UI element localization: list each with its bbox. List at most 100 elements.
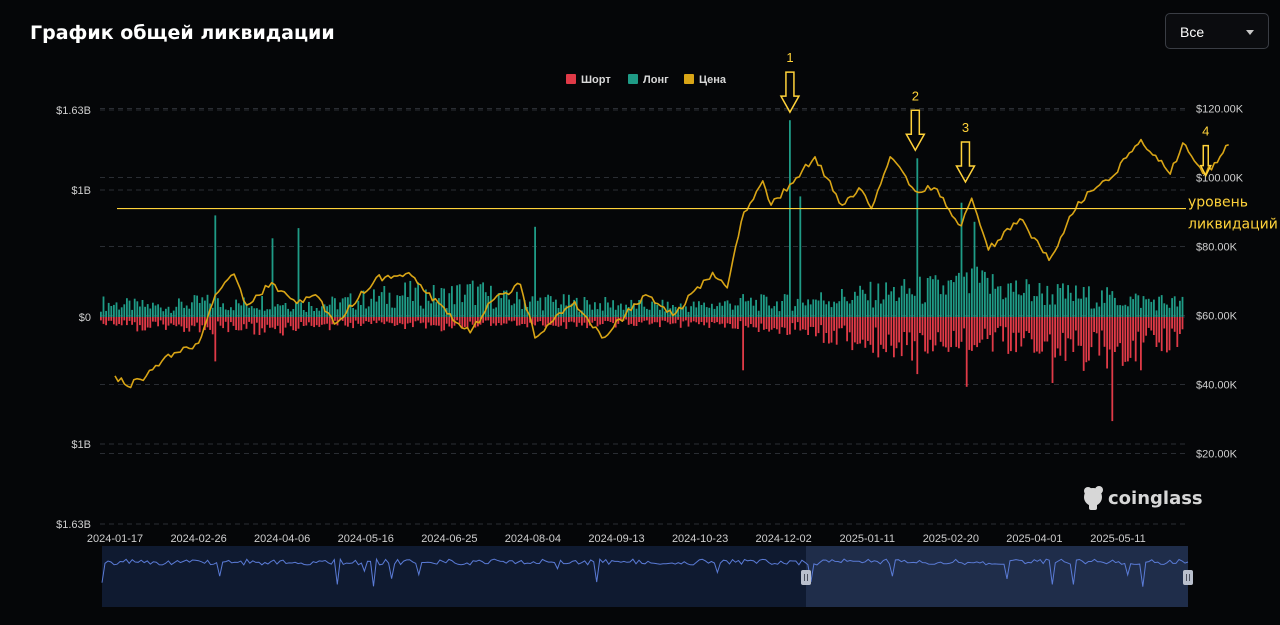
short-bar	[224, 317, 227, 322]
long-bar	[180, 301, 183, 317]
short-bar	[698, 317, 700, 325]
legend-label[interactable]: Цена	[699, 74, 727, 86]
short-bar	[627, 317, 630, 325]
long-bar	[492, 308, 495, 317]
short-bar	[167, 317, 170, 326]
long-bar	[903, 279, 906, 317]
x-tick-label: 2025-01-11	[840, 533, 895, 545]
long-bar	[601, 310, 604, 317]
x-tick-label: 2024-12-02	[756, 533, 812, 545]
short-bar	[939, 317, 942, 342]
short-bar	[581, 317, 583, 326]
short-bar	[601, 317, 604, 324]
long-bar	[133, 298, 136, 317]
short-bar	[1145, 317, 1147, 336]
long-bar	[1145, 299, 1147, 317]
long-bar	[365, 308, 367, 317]
short-bar	[822, 317, 825, 343]
short-bar	[557, 317, 560, 327]
long-bar	[321, 306, 323, 317]
short-bar	[490, 317, 492, 326]
short-bar	[630, 317, 633, 324]
long-bar	[1036, 296, 1038, 317]
x-tick-label: 2024-01-17	[87, 533, 143, 545]
navigator-handle[interactable]	[1183, 570, 1193, 585]
short-bar	[859, 317, 861, 344]
short-bar	[419, 317, 422, 324]
long-bar	[175, 306, 178, 317]
long-bar	[1072, 301, 1075, 317]
short-bar	[1017, 317, 1020, 333]
long-bar	[869, 281, 872, 317]
short-bar	[843, 317, 846, 326]
short-bar	[120, 317, 123, 326]
short-bar	[828, 317, 830, 344]
short-bar	[193, 317, 196, 327]
long-bar	[144, 306, 146, 317]
long-bar	[692, 301, 695, 317]
long-bar	[822, 300, 825, 317]
short-bar	[248, 317, 250, 322]
short-bar	[890, 317, 893, 346]
short-bar	[729, 317, 731, 324]
short-bar	[510, 317, 513, 322]
long-bar	[131, 309, 133, 317]
long-bar	[357, 300, 360, 317]
navigator-selection[interactable]	[806, 546, 1188, 607]
short-bar	[183, 317, 185, 332]
long-bar	[661, 299, 664, 317]
long-bar	[1179, 300, 1181, 317]
short-bar	[718, 317, 721, 325]
long-bar	[1147, 298, 1150, 317]
short-bar	[503, 317, 505, 324]
short-bar	[126, 317, 128, 326]
long-bar	[287, 308, 289, 317]
range-navigator[interactable]	[101, 546, 1193, 607]
long-bar	[159, 307, 162, 317]
short-bar	[742, 317, 744, 371]
long-bar	[313, 311, 315, 317]
long-bar	[952, 282, 955, 317]
long-bar	[1023, 292, 1025, 317]
legend-label[interactable]: Шорт	[581, 74, 611, 86]
long-bar	[120, 307, 123, 317]
short-bar	[495, 317, 497, 326]
short-bar	[778, 317, 781, 334]
short-bar	[830, 317, 833, 343]
navigator-handle[interactable]	[801, 570, 811, 585]
long-bar	[149, 308, 152, 317]
short-bar	[391, 317, 393, 324]
short-bar	[292, 317, 295, 331]
short-bar	[162, 317, 165, 325]
short-bar	[1181, 317, 1184, 330]
short-bar	[365, 317, 367, 322]
long-bar	[596, 309, 599, 317]
short-bar	[406, 317, 409, 324]
long-bar	[123, 304, 126, 317]
legend-label[interactable]: Лонг	[643, 74, 669, 86]
long-bar	[1020, 295, 1023, 317]
long-bar	[724, 301, 726, 317]
short-bar	[659, 317, 661, 328]
long-bar	[1033, 296, 1036, 317]
long-bar	[1132, 299, 1134, 317]
long-bar	[1049, 304, 1051, 317]
short-bar	[1077, 317, 1080, 346]
long-bar	[1173, 296, 1176, 317]
long-bar	[932, 279, 934, 317]
short-bar	[217, 317, 219, 322]
short-bar	[760, 317, 763, 324]
short-bar	[245, 317, 248, 329]
long-bar	[1025, 279, 1028, 317]
long-bar	[604, 297, 607, 317]
long-bar	[703, 302, 705, 317]
long-bar	[295, 303, 297, 317]
short-bar	[243, 317, 245, 325]
short-bar	[1101, 317, 1103, 331]
long-bar	[705, 307, 708, 317]
short-bar	[516, 317, 518, 326]
long-bar	[284, 303, 287, 317]
long-bar	[763, 294, 765, 317]
long-bar	[934, 275, 937, 317]
long-bar	[352, 308, 354, 317]
